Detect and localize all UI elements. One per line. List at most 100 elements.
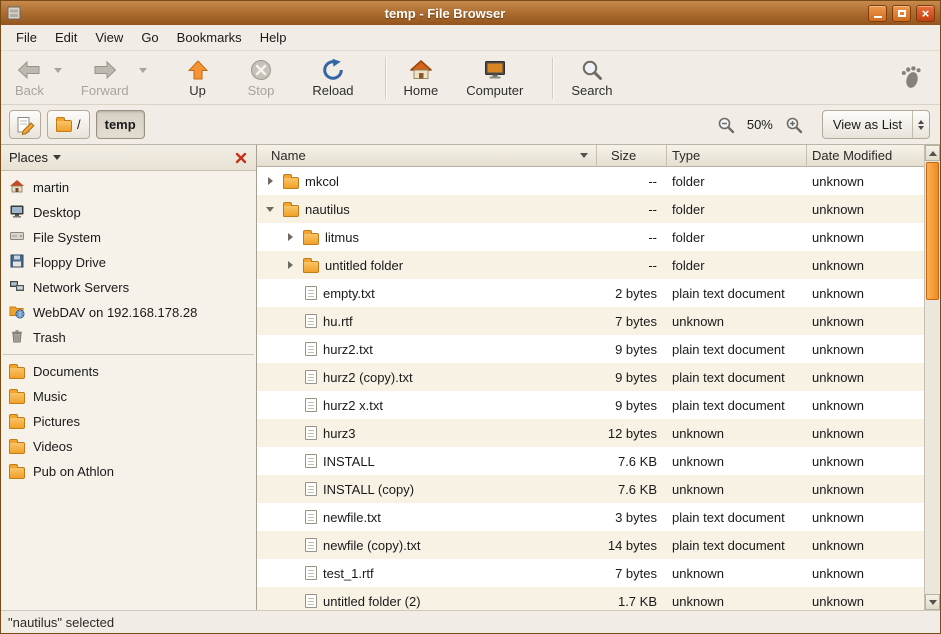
file-modified: unknown (807, 566, 924, 581)
scroll-down-button[interactable] (925, 594, 940, 610)
zoom-out-button[interactable] (714, 113, 738, 137)
close-button[interactable]: × (916, 5, 935, 22)
sidebar-item-pub[interactable]: Pub on Athlon (1, 459, 256, 484)
places-sidebar: Places martin Desktop File Sy (1, 145, 257, 610)
expander-spacer (283, 286, 297, 300)
table-row[interactable]: hurz2 x.txt 9 bytes plain text document … (257, 391, 924, 419)
menu-edit[interactable]: Edit (46, 25, 86, 50)
menu-help[interactable]: Help (251, 25, 296, 50)
vertical-scrollbar[interactable] (924, 145, 940, 610)
home-button[interactable]: Home (396, 55, 447, 100)
sort-indicator-icon[interactable] (580, 153, 588, 158)
path-button-current[interactable]: temp (96, 110, 145, 139)
close-sidebar-button[interactable] (232, 149, 250, 167)
scrollbar-thumb[interactable] (926, 162, 939, 300)
sidebar-item-documents[interactable]: Documents (1, 359, 256, 384)
sidebar-item-trash[interactable]: Trash (1, 325, 256, 350)
up-icon (186, 58, 210, 82)
forward-group: Forward (73, 55, 150, 100)
minimize-button[interactable] (868, 5, 887, 22)
file-modified: unknown (807, 594, 924, 609)
menu-view[interactable]: View (86, 25, 132, 50)
file-modified: unknown (807, 510, 924, 525)
expander-icon[interactable] (263, 174, 277, 188)
computer-button[interactable]: Computer (458, 55, 531, 100)
table-row[interactable]: test_1.rtf 7 bytes unknown unknown (257, 559, 924, 587)
expander-icon[interactable] (283, 230, 297, 244)
sidebar-item-music[interactable]: Music (1, 384, 256, 409)
forward-button[interactable]: Forward (73, 55, 137, 100)
file-name: newfile.txt (323, 510, 381, 525)
menu-bookmarks[interactable]: Bookmarks (168, 25, 251, 50)
chevron-down-icon (54, 68, 62, 73)
table-row[interactable]: mkcol -- folder unknown (257, 167, 924, 195)
root-label: / (77, 117, 81, 132)
menu-go[interactable]: Go (132, 25, 167, 50)
table-row-selected[interactable]: nautilus -- folder unknown (257, 195, 924, 223)
up-button[interactable]: Up (178, 55, 218, 100)
expander-spacer (283, 566, 297, 580)
sidebar-item-network[interactable]: Network Servers (1, 275, 256, 300)
column-header-name[interactable]: Name (257, 145, 597, 167)
reload-icon (321, 58, 345, 82)
column-header-date-modified[interactable]: Date Modified (807, 145, 924, 167)
menu-file[interactable]: File (7, 25, 46, 50)
sidebar-item-pictures[interactable]: Pictures (1, 409, 256, 434)
path-button-root[interactable]: / (47, 110, 90, 139)
expander-icon[interactable] (263, 202, 277, 216)
column-header-size[interactable]: Size (597, 145, 667, 167)
folder-icon (303, 261, 319, 273)
search-label: Search (571, 83, 612, 98)
table-row[interactable]: untitled folder (2) 1.7 KB unknown unkno… (257, 587, 924, 610)
table-row[interactable]: hurz2.txt 9 bytes plain text document un… (257, 335, 924, 363)
file-modified: unknown (807, 286, 924, 301)
forward-history-dropdown[interactable] (137, 59, 150, 83)
back-button[interactable]: Back (7, 55, 52, 100)
file-size: 12 bytes (597, 426, 667, 441)
file-type: plain text document (667, 398, 807, 413)
file-name: empty.txt (323, 286, 375, 301)
maximize-button[interactable] (892, 5, 911, 22)
file-size: -- (597, 174, 667, 189)
search-button[interactable]: Search (563, 55, 620, 100)
file-type: unknown (667, 594, 807, 609)
sidebar-item-desktop[interactable]: Desktop (1, 200, 256, 225)
table-row[interactable]: litmus -- folder unknown (257, 223, 924, 251)
zoom-out-icon (717, 116, 735, 134)
stop-button[interactable]: Stop (240, 55, 283, 100)
column-header-type[interactable]: Type (667, 145, 807, 167)
expander-icon[interactable] (283, 258, 297, 272)
table-row[interactable]: INSTALL 7.6 KB unknown unknown (257, 447, 924, 475)
table-row[interactable]: untitled folder -- folder unknown (257, 251, 924, 279)
sidebar-item-videos[interactable]: Videos (1, 434, 256, 459)
places-dropdown[interactable]: Places (9, 150, 61, 165)
table-row[interactable]: hu.rtf 7 bytes unknown unknown (257, 307, 924, 335)
reload-button[interactable]: Reload (304, 55, 361, 100)
sidebar-item-filesystem[interactable]: File System (1, 225, 256, 250)
table-row[interactable]: newfile (copy).txt 14 bytes plain text d… (257, 531, 924, 559)
menubar: File Edit View Go Bookmarks Help (1, 25, 940, 51)
folder-icon (9, 442, 25, 454)
folder-icon (9, 367, 25, 379)
table-row[interactable]: newfile.txt 3 bytes plain text document … (257, 503, 924, 531)
sidebar-item-webdav[interactable]: WebDAV on 192.168.178.28 (1, 300, 256, 325)
expander-spacer (283, 314, 297, 328)
column-headers: Name Size Type Date Modified (257, 145, 924, 167)
sidebar-item-home[interactable]: martin (1, 175, 256, 200)
sidebar-item-floppy[interactable]: Floppy Drive (1, 250, 256, 275)
places-label: Places (9, 150, 48, 165)
file-type: unknown (667, 566, 807, 581)
table-row[interactable]: empty.txt 2 bytes plain text document un… (257, 279, 924, 307)
file-name: hurz2.txt (323, 342, 373, 357)
scroll-up-button[interactable] (925, 145, 940, 161)
table-row[interactable]: hurz3 12 bytes unknown unknown (257, 419, 924, 447)
titlebar[interactable]: temp - File Browser × (1, 1, 940, 25)
table-row[interactable]: hurz2 (copy).txt 9 bytes plain text docu… (257, 363, 924, 391)
back-history-dropdown[interactable] (52, 59, 65, 83)
table-row[interactable]: INSTALL (copy) 7.6 KB unknown unknown (257, 475, 924, 503)
file-size: 7 bytes (597, 314, 667, 329)
file-modified: unknown (807, 258, 924, 273)
view-mode-select[interactable]: View as List (822, 110, 930, 139)
zoom-in-button[interactable] (782, 113, 806, 137)
edit-location-button[interactable] (9, 110, 41, 139)
